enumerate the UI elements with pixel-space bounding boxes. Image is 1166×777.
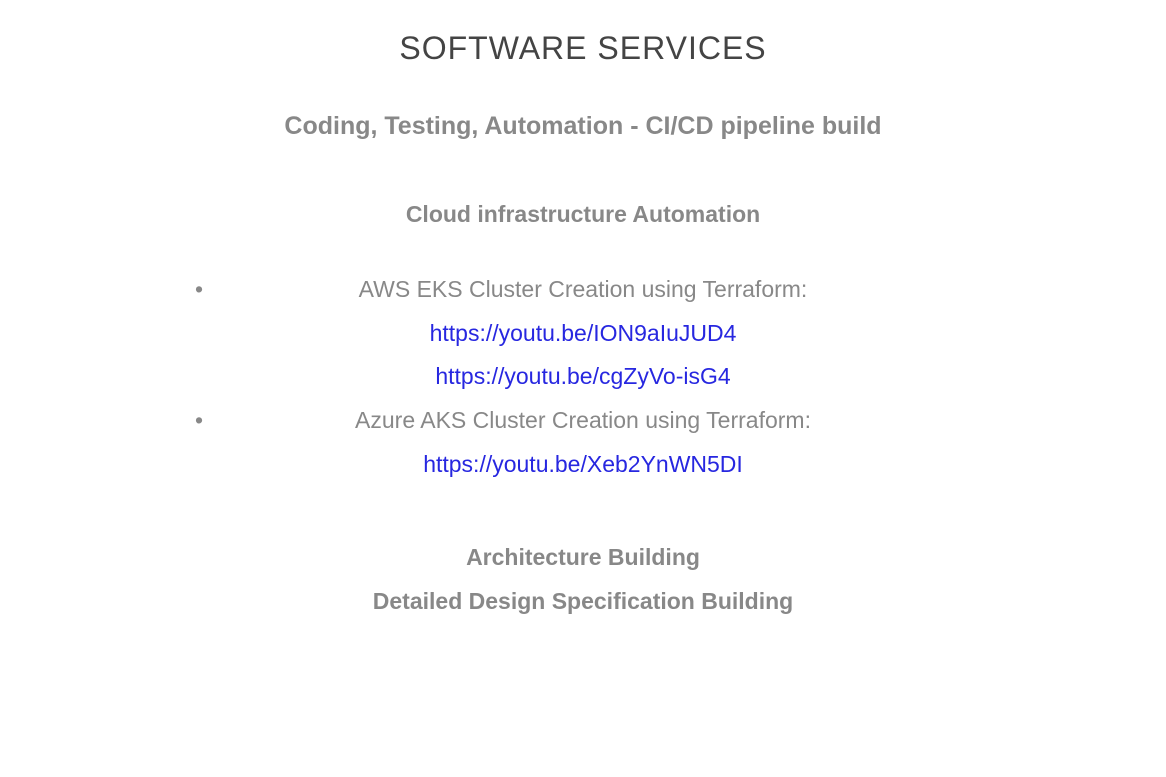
list-item: • Azure AKS Cluster Creation using Terra… bbox=[0, 399, 1166, 486]
resource-list: • AWS EKS Cluster Creation using Terrafo… bbox=[0, 268, 1166, 486]
list-item-label: Azure AKS Cluster Creation using Terrafo… bbox=[355, 399, 811, 443]
youtube-link[interactable]: https://youtu.be/Xeb2YnWN5DI bbox=[0, 443, 1166, 487]
list-item-label: AWS EKS Cluster Creation using Terraform… bbox=[359, 268, 808, 312]
list-item: • AWS EKS Cluster Creation using Terrafo… bbox=[0, 268, 1166, 399]
youtube-link[interactable]: https://youtu.be/cgZyVo-isG4 bbox=[0, 355, 1166, 399]
bullet-icon: • bbox=[195, 399, 203, 443]
page-container: SOFTWARE SERVICES Coding, Testing, Autom… bbox=[0, 30, 1166, 624]
section-heading-architecture: Architecture Building bbox=[0, 536, 1166, 580]
bullet-icon: • bbox=[195, 268, 203, 312]
section-heading-cloud: Cloud infrastructure Automation bbox=[0, 201, 1166, 228]
section-heading-design: Detailed Design Specification Building bbox=[0, 580, 1166, 624]
page-subtitle: Coding, Testing, Automation - CI/CD pipe… bbox=[0, 112, 1166, 141]
youtube-link[interactable]: https://youtu.be/ION9aIuJUD4 bbox=[0, 312, 1166, 356]
page-title: SOFTWARE SERVICES bbox=[0, 30, 1166, 67]
